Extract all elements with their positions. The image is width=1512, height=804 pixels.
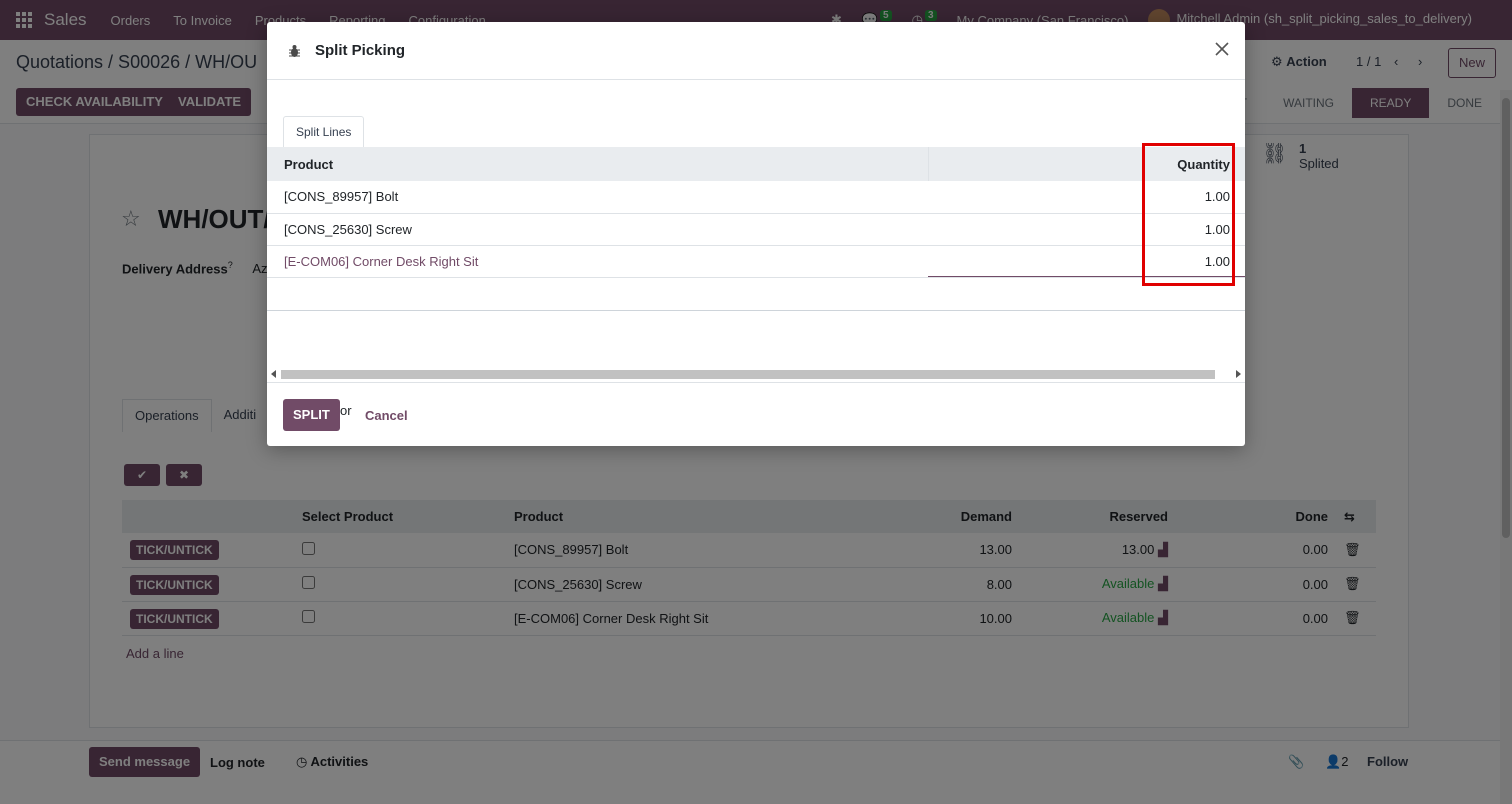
- split-button[interactable]: SPLIT: [283, 399, 340, 431]
- tab-split-lines[interactable]: Split Lines: [283, 116, 365, 148]
- table-row[interactable]: [CONS_25630] Screw 1.00: [267, 213, 1245, 246]
- bug-icon: [289, 45, 300, 57]
- split-lines-table: Product Quantity [CONS_89957] Bolt 1.00 …: [267, 147, 1245, 311]
- modal-header: Split Picking: [267, 22, 1245, 80]
- modal-footer: SPLIT or Cancel: [267, 382, 1245, 446]
- split-product-cell[interactable]: [CONS_25630] Screw: [267, 213, 928, 246]
- cancel-button[interactable]: Cancel: [365, 408, 408, 423]
- close-icon[interactable]: [1213, 40, 1231, 58]
- table-row[interactable]: [E-COM06] Corner Desk Right Sit 1.00: [267, 245, 1245, 278]
- scrollbar-thumb[interactable]: [281, 370, 1215, 379]
- scroll-left-arrow-icon[interactable]: [271, 370, 276, 378]
- split-product-cell[interactable]: [CONS_89957] Bolt: [267, 181, 928, 214]
- table-row[interactable]: [CONS_89957] Bolt 1.00: [267, 181, 1245, 214]
- or-text: or: [340, 403, 352, 418]
- col-product[interactable]: Product: [267, 147, 928, 181]
- empty-row: [267, 277, 1245, 311]
- quantity-column-highlight-box: [1142, 143, 1235, 286]
- split-picking-dialog: Split Picking Split Lines Product Quanti…: [267, 22, 1245, 446]
- modal-title: Split Picking: [315, 42, 406, 59]
- horizontal-scrollbar[interactable]: [271, 368, 1241, 380]
- split-product-cell[interactable]: [E-COM06] Corner Desk Right Sit: [267, 245, 928, 278]
- scroll-right-arrow-icon[interactable]: [1236, 370, 1241, 378]
